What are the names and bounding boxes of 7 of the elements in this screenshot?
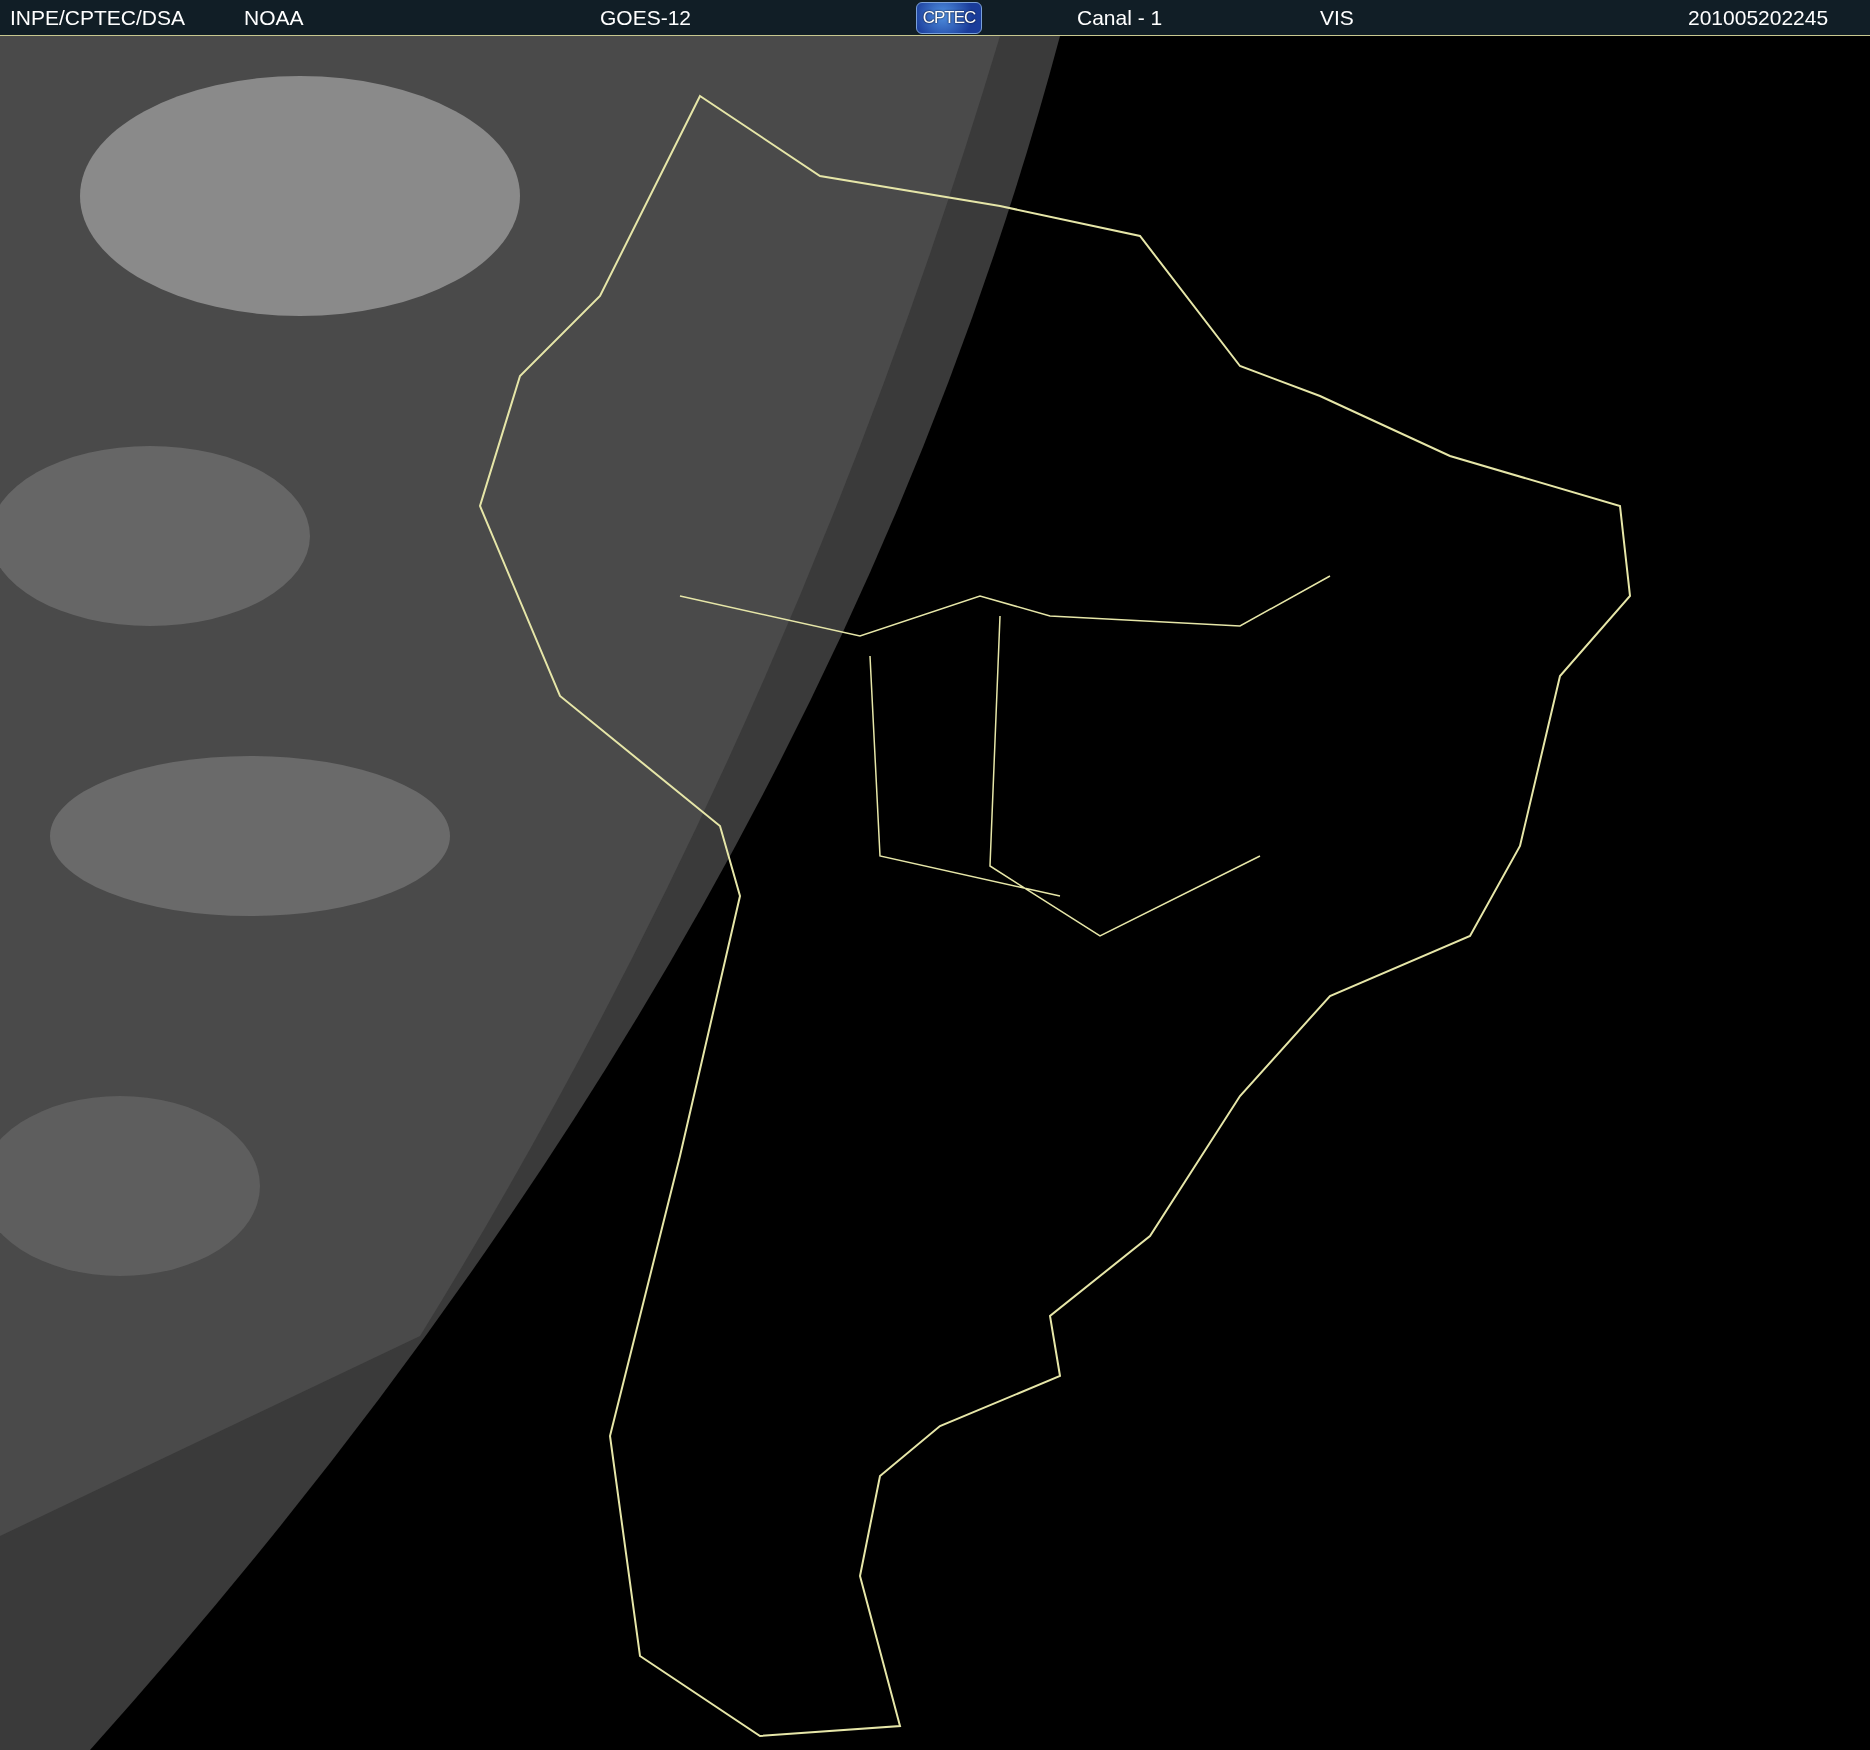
logo: CPTEC	[916, 1, 982, 34]
agency-label: NOAA	[244, 5, 305, 30]
band-label: VIS	[1320, 5, 1355, 30]
channel-label: Canal - 1	[1077, 5, 1164, 30]
source-label: INPE/CPTEC/DSA	[10, 5, 187, 30]
timestamp-label: 201005202245	[1688, 5, 1829, 30]
satellite-label: GOES-12	[600, 5, 693, 30]
